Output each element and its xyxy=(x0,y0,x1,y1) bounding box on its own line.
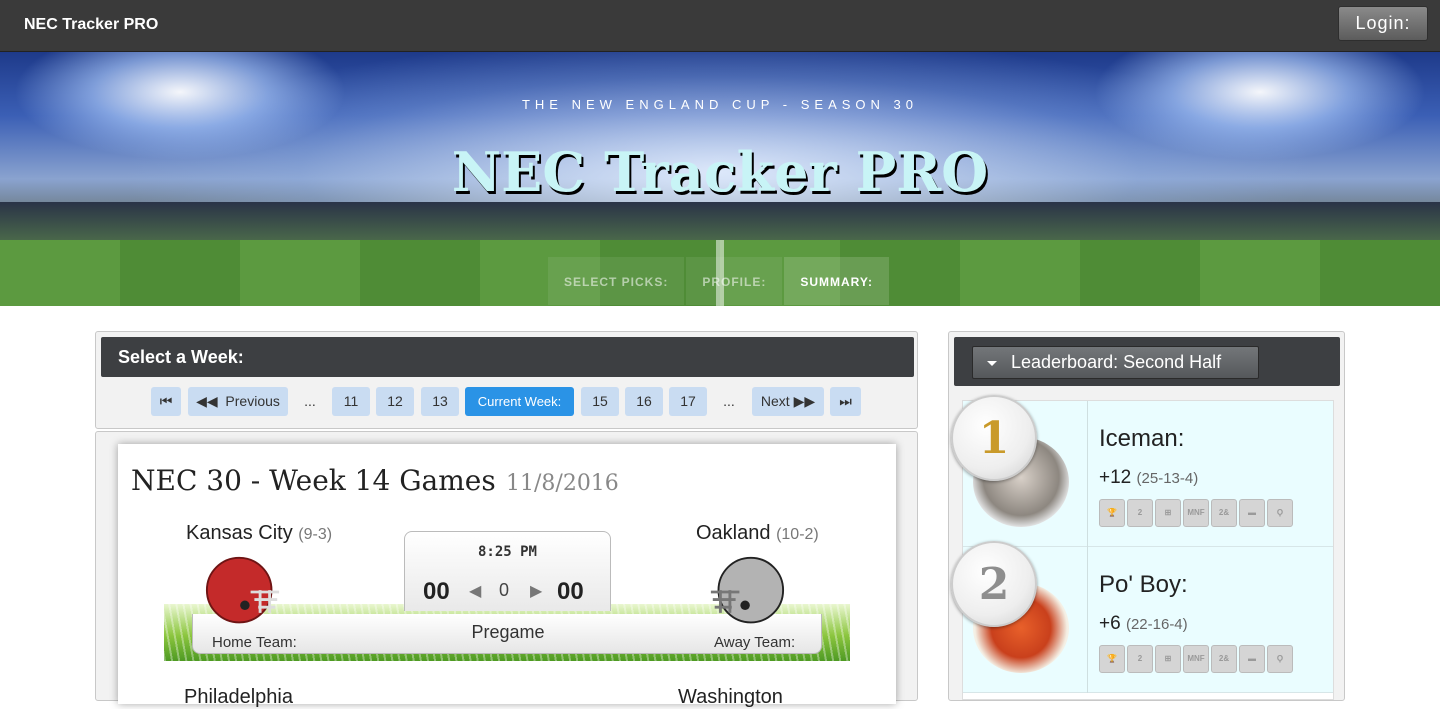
money-icon: ▬ xyxy=(1239,645,1265,673)
leaderboard-row[interactable]: 2 Po' Boy: +6 (22-16-4) 🏆 2 ⊞ MNF TNT 2&… xyxy=(951,541,1333,693)
money-icon: ▬ xyxy=(1239,499,1265,527)
leaderboard-panel: Leaderboard: Second Half 1 Iceman: +12 (… xyxy=(948,331,1345,701)
player-record: (22-16-4) xyxy=(1125,616,1188,633)
badge-row: 🏆 2 ⊞ MNF TNT 2& OUT ▬ Ϙ xyxy=(1099,499,1295,527)
trophy-small-icon: Ϙ xyxy=(1267,499,1293,527)
trophy-2-icon: 2 xyxy=(1127,499,1153,527)
game-status: Pregame xyxy=(471,622,545,642)
trophy-small-icon: Ϙ xyxy=(1267,645,1293,673)
pager-ellipsis-right: ... xyxy=(723,393,735,409)
away-helmet-icon[interactable] xyxy=(708,554,786,630)
week-selector-panel: Select a Week: ⏮ ◀◀ Previous ... 11 12 1… xyxy=(95,331,918,429)
game-time: 8:25 PM xyxy=(477,544,537,560)
silver-medal-icon: 2 xyxy=(951,541,1037,627)
away-team-record: (10-2) xyxy=(776,526,819,543)
week-button-11[interactable]: 11 xyxy=(332,387,370,416)
away-team-label: Away Team: xyxy=(714,634,796,651)
trophy-icon: 🏆 xyxy=(1099,645,1125,673)
week-button-12[interactable]: 12 xyxy=(376,387,414,416)
games-card: NEC 30 - Week 14 Games 11/8/2016 Kansas … xyxy=(118,444,896,708)
gold-medal-icon: 1 xyxy=(951,395,1037,481)
caret-down-icon xyxy=(987,361,997,366)
previous-week-button[interactable]: ◀◀ Previous xyxy=(188,387,288,416)
next-week-button[interactable]: Next ▶▶ xyxy=(752,387,824,416)
brand-link[interactable]: NEC Tracker PRO xyxy=(24,16,158,34)
week-button-16[interactable]: 16 xyxy=(625,387,663,416)
week-button-13[interactable]: 13 xyxy=(421,387,459,416)
mnf-tnt-badge: MNF TNT xyxy=(1183,645,1209,673)
stadium-stands xyxy=(0,202,1440,242)
tab-profile[interactable]: PROFILE: xyxy=(686,257,783,305)
scoreboard: 8:25 PM 00 ◀ 0 ▶ 00 xyxy=(404,531,611,611)
week-button-15[interactable]: 15 xyxy=(581,387,619,416)
player-name: Iceman: xyxy=(1099,425,1185,452)
hero-tabs: SELECT PICKS: PROFILE: SUMMARY: xyxy=(548,257,891,305)
leaderboard-dropdown[interactable]: Leaderboard: Second Half xyxy=(972,346,1259,379)
player-points: +12 (25-13-4) xyxy=(1099,467,1199,488)
two-and-out-badge: 2& OUT xyxy=(1211,499,1237,527)
last-week-button[interactable]: ⏭ xyxy=(830,387,861,416)
home-helmet-icon[interactable] xyxy=(204,554,282,630)
last-page-icon: ⏭ xyxy=(839,393,852,409)
tab-summary[interactable]: SUMMARY: xyxy=(784,257,890,305)
hero-banner: THE NEW ENGLAND CUP - SEASON 30 NEC Trac… xyxy=(0,52,1440,306)
games-date: 11/8/2016 xyxy=(506,471,619,496)
spread-value: 0 xyxy=(499,580,510,600)
fast-forward-icon: ▶▶ xyxy=(793,393,816,409)
next-game-away-team: Washington xyxy=(678,686,783,708)
week-button-17[interactable]: 17 xyxy=(669,387,707,416)
trophy-icon: 🏆 xyxy=(1099,499,1125,527)
two-and-out-badge: 2& OUT xyxy=(1211,645,1237,673)
player-points: +6 (22-16-4) xyxy=(1099,613,1188,634)
player-name: Po' Boy: xyxy=(1099,571,1188,598)
trophy-2-icon: 2 xyxy=(1127,645,1153,673)
rewind-icon: ◀◀ xyxy=(196,393,218,409)
games-panel: NEC 30 - Week 14 Games 11/8/2016 Kansas … xyxy=(95,431,918,708)
login-button[interactable]: Login: xyxy=(1338,6,1428,41)
tab-select-picks[interactable]: SELECT PICKS: xyxy=(548,257,685,305)
pager-ellipsis-left: ... xyxy=(304,393,316,409)
week-selector-heading: Select a Week: xyxy=(101,337,914,377)
player-record: (25-13-4) xyxy=(1136,470,1199,487)
spread-right-arrow-icon[interactable]: ▶ xyxy=(530,581,542,601)
leaderboard-header: Leaderboard: Second Half xyxy=(954,337,1340,386)
bracket-icon: ⊞ xyxy=(1155,645,1181,673)
games-title: NEC 30 - Week 14 Games xyxy=(131,464,496,497)
leaderboard-row[interactable]: 1 Iceman: +12 (25-13-4) 🏆 2 ⊞ MNF TNT 2&… xyxy=(951,395,1333,547)
away-team-name: Oakland (10-2) xyxy=(696,522,819,544)
next-game-home-team: Philadelphia xyxy=(184,686,293,708)
hero-subtitle: THE NEW ENGLAND CUP - SEASON 30 xyxy=(521,97,919,112)
top-navbar: NEC Tracker PRO Login: xyxy=(0,0,1440,52)
first-page-icon: ⏮ xyxy=(159,393,173,409)
first-week-button[interactable]: ⏮ xyxy=(151,387,181,416)
badge-row: 🏆 2 ⊞ MNF TNT 2& OUT ▬ Ϙ xyxy=(1099,645,1295,673)
home-team-name: Kansas City (9-3) xyxy=(186,522,333,544)
home-team-label: Home Team: xyxy=(212,634,297,651)
bracket-icon: ⊞ xyxy=(1155,499,1181,527)
home-score: 00 xyxy=(423,578,450,605)
away-score: 00 xyxy=(557,578,584,605)
mnf-tnt-badge: MNF TNT xyxy=(1183,499,1209,527)
spread-left-arrow-icon[interactable]: ◀ xyxy=(469,581,481,601)
hero-title: NEC Tracker PRO xyxy=(451,140,989,204)
home-team-record: (9-3) xyxy=(298,526,333,543)
leaderboard-list: 1 Iceman: +12 (25-13-4) 🏆 2 ⊞ MNF TNT 2&… xyxy=(951,395,1334,700)
current-week-button[interactable]: Current Week: xyxy=(465,387,574,416)
